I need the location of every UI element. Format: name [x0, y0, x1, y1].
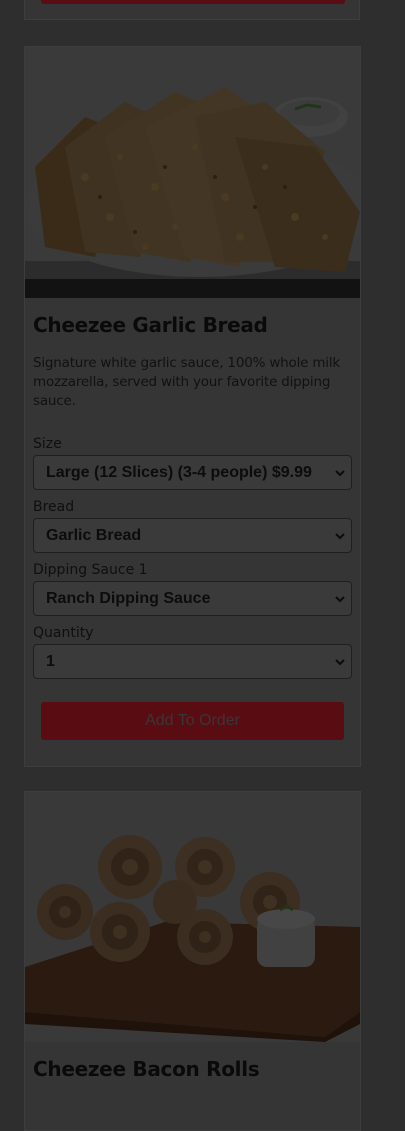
bread-select-value: Garlic Bread [46, 526, 142, 544]
size-select-value: Large (12 Slices) (3-4 people) $9.99 [46, 463, 312, 481]
chevron-down-icon [335, 533, 345, 540]
chevron-down-icon [335, 659, 345, 666]
dipping-sauce-select[interactable]: Ranch Dipping Sauce [33, 581, 352, 616]
dipping-sauce-select-value: Ranch Dipping Sauce [46, 589, 211, 607]
size-label: Size [33, 436, 62, 452]
menu-item-card: Cheezee Garlic Bread Signature white gar… [24, 46, 361, 767]
bread-label: Bread [33, 499, 75, 515]
chevron-down-icon [335, 596, 345, 603]
item-title: Cheezee Garlic Bread [33, 313, 268, 337]
menu-item-card: Cheezee Bacon Rolls [24, 791, 361, 1131]
garlic-bread-photo [25, 47, 360, 298]
quantity-label: Quantity [33, 625, 94, 641]
bread-select[interactable]: Garlic Bread [33, 518, 352, 553]
quantity-select-value: 1 [46, 652, 55, 670]
bacon-rolls-photo [25, 792, 360, 1042]
previous-menu-card [24, 0, 360, 20]
quantity-select[interactable]: 1 [33, 644, 352, 679]
item-title: Cheezee Bacon Rolls [33, 1057, 260, 1081]
add-to-order-button[interactable]: Add To Order [41, 702, 344, 740]
size-select[interactable]: Large (12 Slices) (3-4 people) $9.99 [33, 455, 352, 490]
chevron-down-icon [335, 470, 345, 477]
previous-add-to-order-button[interactable] [41, 0, 345, 4]
item-description: Signature white garlic sauce, 100% whole… [33, 355, 340, 409]
dipping-sauce-label: Dipping Sauce 1 [33, 562, 148, 578]
